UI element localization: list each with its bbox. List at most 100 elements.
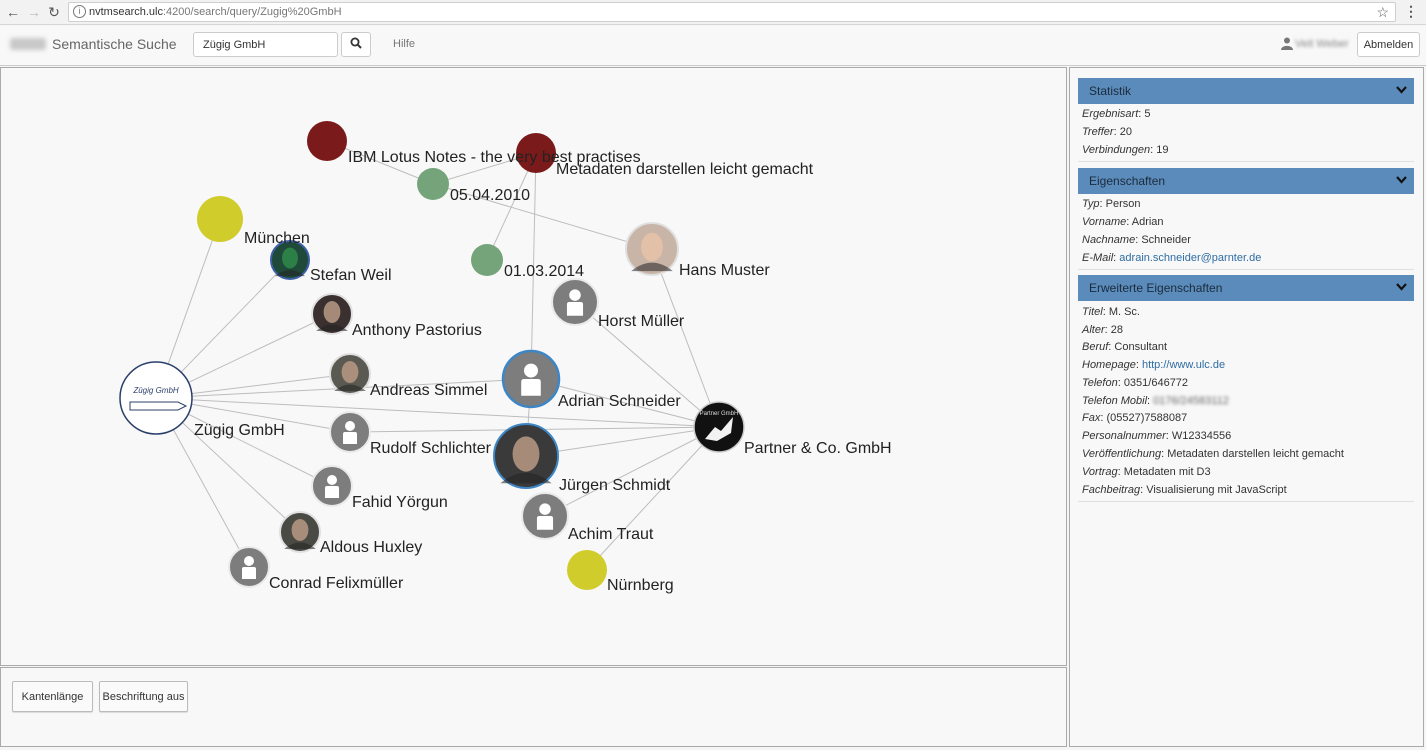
- graph-node-muenchen[interactable]: [197, 196, 243, 242]
- node-label: Nürnberg: [607, 577, 674, 594]
- property-row: Telefon Mobil: 0176/24583112: [1082, 395, 1229, 407]
- browser-menu-icon[interactable]: ⋮: [1404, 3, 1418, 20]
- stat-row: Ergebnisart: 5: [1082, 108, 1151, 120]
- user-icon: [1281, 37, 1293, 50]
- app-header: Semantische Suche Hilfe Veit Weber Abmel…: [0, 26, 1426, 66]
- graph-node-nuernberg[interactable]: [567, 550, 607, 590]
- chevron-down-icon: [1396, 86, 1407, 94]
- logout-button[interactable]: Abmelden: [1357, 32, 1420, 57]
- user-name[interactable]: Veit Weber: [1295, 38, 1349, 50]
- edge-length-button[interactable]: Kantenlänge: [12, 681, 93, 712]
- bookmark-star-icon[interactable]: ☆: [1376, 3, 1389, 21]
- node-label: Hans Muster: [679, 262, 770, 279]
- node-label: Fahid Yörgun: [352, 494, 448, 511]
- graph-node-anthony[interactable]: [311, 293, 353, 335]
- reload-icon[interactable]: ↻: [45, 3, 63, 21]
- graph-node-partner[interactable]: Partner GmbH: [693, 401, 745, 453]
- divider: [1078, 501, 1414, 502]
- graph-node-achim[interactable]: [521, 492, 569, 540]
- stat-row: Verbindungen: 19: [1082, 144, 1169, 156]
- company-logo[interactable]: [119, 361, 193, 435]
- blurred-value: 0176/24583112: [1153, 395, 1229, 407]
- brand-logo: [10, 38, 46, 50]
- property-row: Vorname: Adrian: [1082, 216, 1164, 228]
- logo-text: Zügig GmbH: [132, 386, 179, 395]
- face-shape: [341, 361, 359, 383]
- statistics-title: Statistik: [1089, 84, 1132, 98]
- back-icon[interactable]: ←: [4, 3, 22, 21]
- node-label: Horst Müller: [598, 313, 685, 330]
- property-row: Beruf: Consultant: [1082, 341, 1168, 353]
- node-label: Rudolf Schlichter: [370, 440, 492, 457]
- property-row: Typ: Person: [1082, 198, 1141, 210]
- node-label: Achim Traut: [568, 526, 654, 543]
- node-label: Adrian Schneider: [558, 393, 681, 410]
- extended-properties-title: Erweiterte Eigenschaften: [1089, 281, 1223, 295]
- node-circle[interactable]: [567, 550, 607, 590]
- node-label: Stefan Weil: [310, 267, 392, 284]
- forward-icon[interactable]: →: [25, 3, 43, 21]
- graph-node-rudolf[interactable]: [329, 411, 371, 453]
- graph-node-horst[interactable]: [551, 278, 599, 326]
- stat-row: Treffer: 20: [1082, 126, 1132, 138]
- extended-properties-header[interactable]: Erweiterte Eigenschaften: [1078, 275, 1414, 301]
- url-path: :4200/search/query/Zugig%20GmbH: [162, 6, 342, 18]
- graph-node-hans[interactable]: [625, 222, 679, 276]
- property-row: Nachname: Schneider: [1082, 234, 1191, 246]
- browser-toolbar: ← → ↻ i nvtmsearch.ulc:4200/search/query…: [0, 0, 1426, 25]
- address-bar[interactable]: i nvtmsearch.ulc:4200/search/query/Zugig…: [68, 2, 1396, 22]
- property-row: Telefon: 0351/646772: [1082, 377, 1189, 389]
- info-icon[interactable]: i: [73, 5, 86, 18]
- toggle-labels-button[interactable]: Beschriftung aus: [99, 681, 188, 712]
- graph-node-andreas[interactable]: [329, 353, 371, 395]
- node-circle[interactable]: [197, 196, 243, 242]
- company-logo[interactable]: [693, 401, 745, 453]
- node-label: Anthony Pastorius: [352, 322, 482, 339]
- properties-title: Eigenschaften: [1089, 174, 1166, 188]
- property-row: Personalnummer: W12334556: [1082, 430, 1232, 442]
- graph-panel[interactable]: Zügig GmbH Partner GmbH IBM Lotus Notes - …: [0, 67, 1067, 666]
- property-row: Veröffentlichung: Metadaten darstellen l…: [1082, 448, 1344, 460]
- node-label: 05.04.2010: [450, 187, 530, 204]
- chevron-down-icon: [1396, 176, 1407, 184]
- search-button[interactable]: [341, 32, 371, 57]
- details-sidebar: Statistik Ergebnisart: 5 Treffer: 20 Ver…: [1069, 67, 1424, 747]
- graph-node-zuegig[interactable]: Zügig GmbH: [119, 361, 193, 435]
- property-row: Alter: 28: [1082, 324, 1123, 336]
- face-shape: [641, 232, 663, 262]
- graph-node-d2010[interactable]: [417, 168, 449, 200]
- chevron-down-icon: [1396, 283, 1407, 291]
- graph-node-conrad[interactable]: [228, 546, 270, 588]
- face-shape: [512, 436, 540, 472]
- property-row: E-Mail: adrain.schneider@parnter.de: [1082, 252, 1262, 264]
- graph-node-adrian[interactable]: [501, 349, 561, 409]
- statistics-header[interactable]: Statistik: [1078, 78, 1414, 104]
- graph-edge: [586, 426, 720, 571]
- app-title: Semantische Suche: [52, 36, 177, 52]
- face-shape: [323, 301, 341, 323]
- graph-node-fahid[interactable]: [311, 465, 353, 507]
- node-label: Andreas Simmel: [370, 382, 487, 399]
- help-link[interactable]: Hilfe: [393, 38, 415, 50]
- face-shape: [291, 519, 309, 541]
- face-shape: [282, 247, 298, 269]
- property-row: Homepage: http://www.ulc.de: [1082, 359, 1226, 371]
- node-label: Partner & Co. GmbH: [744, 440, 892, 457]
- property-row: Vortrag: Metadaten mit D3: [1082, 466, 1211, 478]
- node-circle[interactable]: [471, 244, 503, 276]
- properties-header[interactable]: Eigenschaften: [1078, 168, 1414, 194]
- node-label: Jürgen Schmidt: [559, 477, 671, 494]
- graph-node-juergen[interactable]: [493, 423, 559, 489]
- search-input[interactable]: [193, 32, 338, 57]
- search-icon: [350, 37, 362, 49]
- node-circle[interactable]: [307, 121, 347, 161]
- graph-node-d2014[interactable]: [471, 244, 503, 276]
- node-circle[interactable]: [417, 168, 449, 200]
- graph-node-lotus[interactable]: [307, 121, 347, 161]
- property-row: Titel: M. Sc.: [1082, 306, 1140, 318]
- email-link[interactable]: adrain.schneider@parnter.de: [1119, 252, 1261, 264]
- graph-node-aldous[interactable]: [279, 511, 321, 553]
- url-host: nvtmsearch.ulc: [89, 6, 163, 18]
- network-graph[interactable]: Zügig GmbHPartner GmbHIBM Lotus Notes - …: [1, 68, 1066, 665]
- homepage-link[interactable]: http://www.ulc.de: [1142, 359, 1225, 371]
